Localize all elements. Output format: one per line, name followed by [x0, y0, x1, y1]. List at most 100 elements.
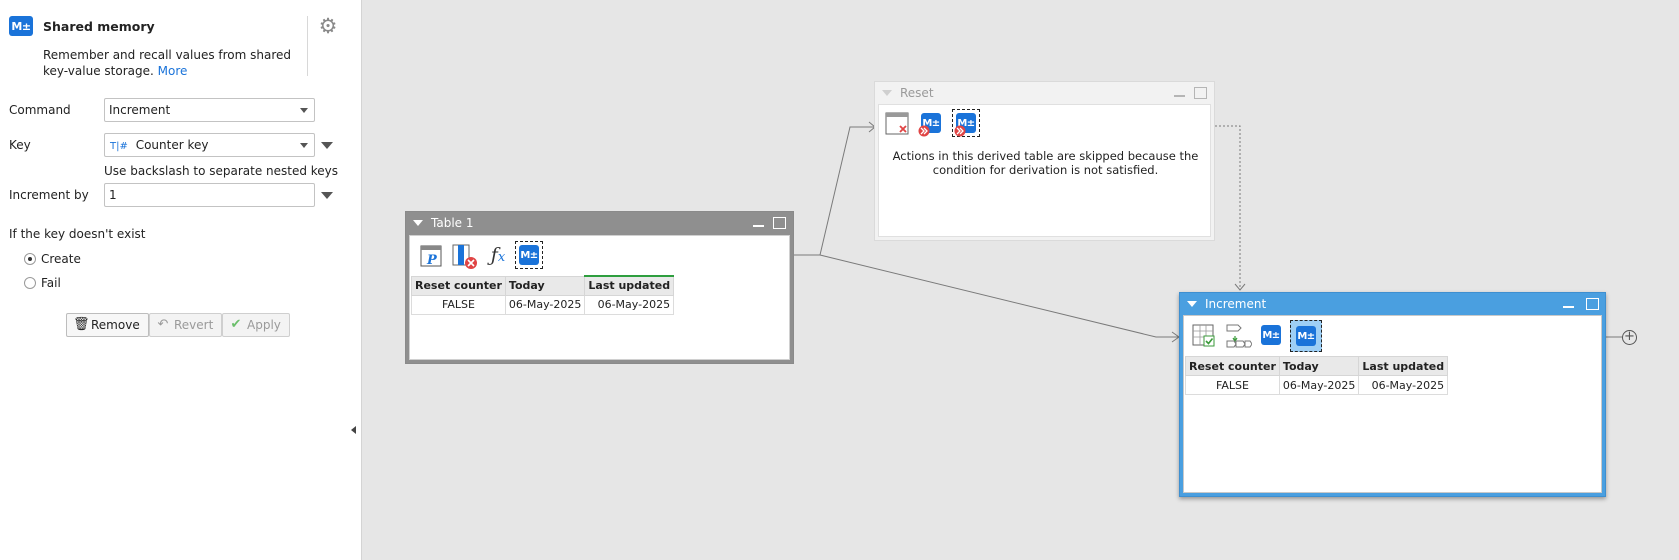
fail-label[interactable]: Fail [41, 276, 61, 290]
add-icon[interactable]: + [1622, 330, 1637, 345]
skip-message: Actions in this derived table are skippe… [889, 149, 1202, 177]
function-icon[interactable]: ƒx [484, 242, 512, 270]
reset-header[interactable]: Reset [875, 82, 1214, 104]
reset-body: M± M± Actions in this derived table are … [878, 104, 1211, 237]
check-table-icon[interactable] [1190, 322, 1218, 350]
column-header[interactable]: Reset counter [1185, 356, 1280, 376]
key-value: Counter key [135, 138, 209, 152]
maximize-icon[interactable] [1194, 87, 1207, 99]
table-row: FALSE 06-May-2025 06-May-2025 [1185, 375, 1449, 395]
remove-button[interactable]: 🗑 Remove [66, 313, 149, 337]
collapse-triangle-icon[interactable] [1187, 301, 1197, 307]
table-cell[interactable]: FALSE [1185, 375, 1280, 395]
key-hint: Use backslash to separate nested keys [104, 164, 339, 178]
skip-icon [918, 125, 930, 137]
increment-header-row: Reset counter Today Last updated [1185, 356, 1449, 376]
column-header[interactable]: Last updated [1358, 356, 1449, 376]
increment-input[interactable]: 1 [104, 183, 315, 207]
key-label: Key [9, 138, 31, 152]
more-link[interactable]: More [158, 64, 188, 78]
key-variable-menu-icon[interactable] [321, 142, 333, 149]
increment-title: Increment [1205, 297, 1267, 311]
connector-table1-increment [819, 254, 1179, 338]
dropdown-caret-icon [300, 143, 308, 148]
increment-body: M± M± Reset counter Today Last updated F… [1183, 315, 1602, 493]
shared-memory-tool-selected[interactable]: M± [1290, 320, 1322, 352]
shared-memory-icon: M± [1261, 325, 1281, 345]
arrowhead [1171, 331, 1180, 343]
revert-button[interactable]: ↶ Revert [149, 313, 223, 337]
increment-grid: Reset counter Today Last updated FALSE 0… [1185, 356, 1449, 395]
increment-variable-menu-icon[interactable] [321, 192, 333, 199]
command-dropdown[interactable]: Increment [104, 98, 315, 122]
dropdown-caret-icon [300, 108, 308, 113]
table-cell[interactable]: FALSE [411, 294, 506, 315]
column-header[interactable]: Today [504, 275, 586, 296]
undo-icon: ↶ [157, 317, 169, 332]
reset-node[interactable]: Reset M± M± Actions in this derived tabl… [874, 81, 1215, 241]
maximize-icon[interactable] [1586, 298, 1599, 310]
remove-label: Remove [91, 318, 140, 332]
skipped-shared-memory-selected-icon[interactable]: M± [952, 109, 980, 137]
table-cell[interactable]: 06-May-2025 [1278, 375, 1360, 395]
skip-message-line: Actions in this derived table are skippe… [892, 149, 1199, 163]
column-header[interactable]: Reset counter [411, 275, 506, 296]
revert-label: Revert [174, 318, 214, 332]
table1-grid: Reset counter Today Last updated FALSE 0… [411, 275, 675, 315]
command-value: Increment [109, 103, 171, 117]
flow-steps-icon[interactable] [1224, 322, 1253, 350]
shared-memory-tool[interactable]: M± [515, 241, 543, 269]
minimize-icon[interactable] [753, 225, 764, 227]
reset-title: Reset [900, 86, 934, 100]
panel-description: Remember and recall values from shared k… [43, 47, 293, 79]
delete-column-icon[interactable] [450, 242, 478, 270]
shared-memory-icon: M± [9, 16, 33, 36]
maximize-icon[interactable] [773, 217, 786, 229]
table1-body: P ƒx M± Reset counter Today Last updated… [409, 235, 790, 360]
properties-panel: M± Shared memory ⚙ Remember and recall v… [0, 0, 362, 560]
minimize-icon[interactable] [1174, 95, 1185, 97]
parameter-icon[interactable]: P [418, 242, 446, 270]
shared-memory-icon: M± [519, 245, 539, 265]
apply-label: Apply [247, 318, 281, 332]
increment-header[interactable]: Increment [1180, 293, 1605, 315]
column-header[interactable]: Last updated [584, 275, 675, 296]
table-cell[interactable]: 06-May-2025 [584, 294, 675, 315]
panel-title: Shared memory [43, 19, 155, 34]
create-radio[interactable] [24, 253, 36, 265]
skipped-shared-memory-icon[interactable]: M± [918, 110, 946, 138]
column-header[interactable]: Today [1278, 356, 1360, 376]
text-number-icon: T|# [110, 141, 128, 152]
table-row: FALSE 06-May-2025 06-May-2025 [411, 294, 675, 315]
create-label[interactable]: Create [41, 252, 81, 266]
shared-memory-tool[interactable]: M± [1258, 322, 1286, 350]
collapse-triangle-icon[interactable] [413, 220, 423, 226]
svg-text:P: P [426, 253, 438, 268]
gear-icon[interactable]: ⚙ [316, 14, 340, 38]
increment-label: Increment by [9, 188, 89, 202]
table1-header[interactable]: Table 1 [406, 212, 793, 234]
check-icon: ✔ [230, 317, 242, 332]
trash-icon: 🗑 [73, 317, 90, 332]
skip-message-line: condition for derivation is not satisfie… [932, 163, 1159, 177]
skip-table-icon[interactable] [884, 110, 912, 138]
increment-value: 1 [109, 188, 117, 202]
collapse-triangle-icon[interactable] [882, 90, 892, 96]
table-cell[interactable]: 06-May-2025 [504, 294, 586, 315]
increment-node[interactable]: Increment M± M± Reset counter Today Last… [1179, 292, 1606, 497]
divider [307, 16, 308, 76]
connector-reset-increment [1215, 125, 1241, 290]
table1-title: Table 1 [431, 216, 474, 230]
table1-header-row: Reset counter Today Last updated [411, 275, 675, 296]
key-dropdown[interactable]: T|# Counter key [104, 133, 315, 157]
table-cell[interactable]: 06-May-2025 [1358, 375, 1449, 395]
table1-node[interactable]: Table 1 P ƒx M± Reset counter Today Last… [405, 211, 794, 364]
fail-radio[interactable] [24, 277, 36, 289]
command-label: Command [9, 103, 71, 117]
missing-key-section: If the key doesn't exist [9, 227, 146, 241]
apply-button[interactable]: ✔ Apply [222, 313, 290, 337]
minimize-icon[interactable] [1563, 306, 1574, 308]
shared-memory-icon: M± [1296, 326, 1316, 346]
arrowhead [1234, 283, 1246, 291]
collapse-panel-icon[interactable] [351, 426, 356, 434]
